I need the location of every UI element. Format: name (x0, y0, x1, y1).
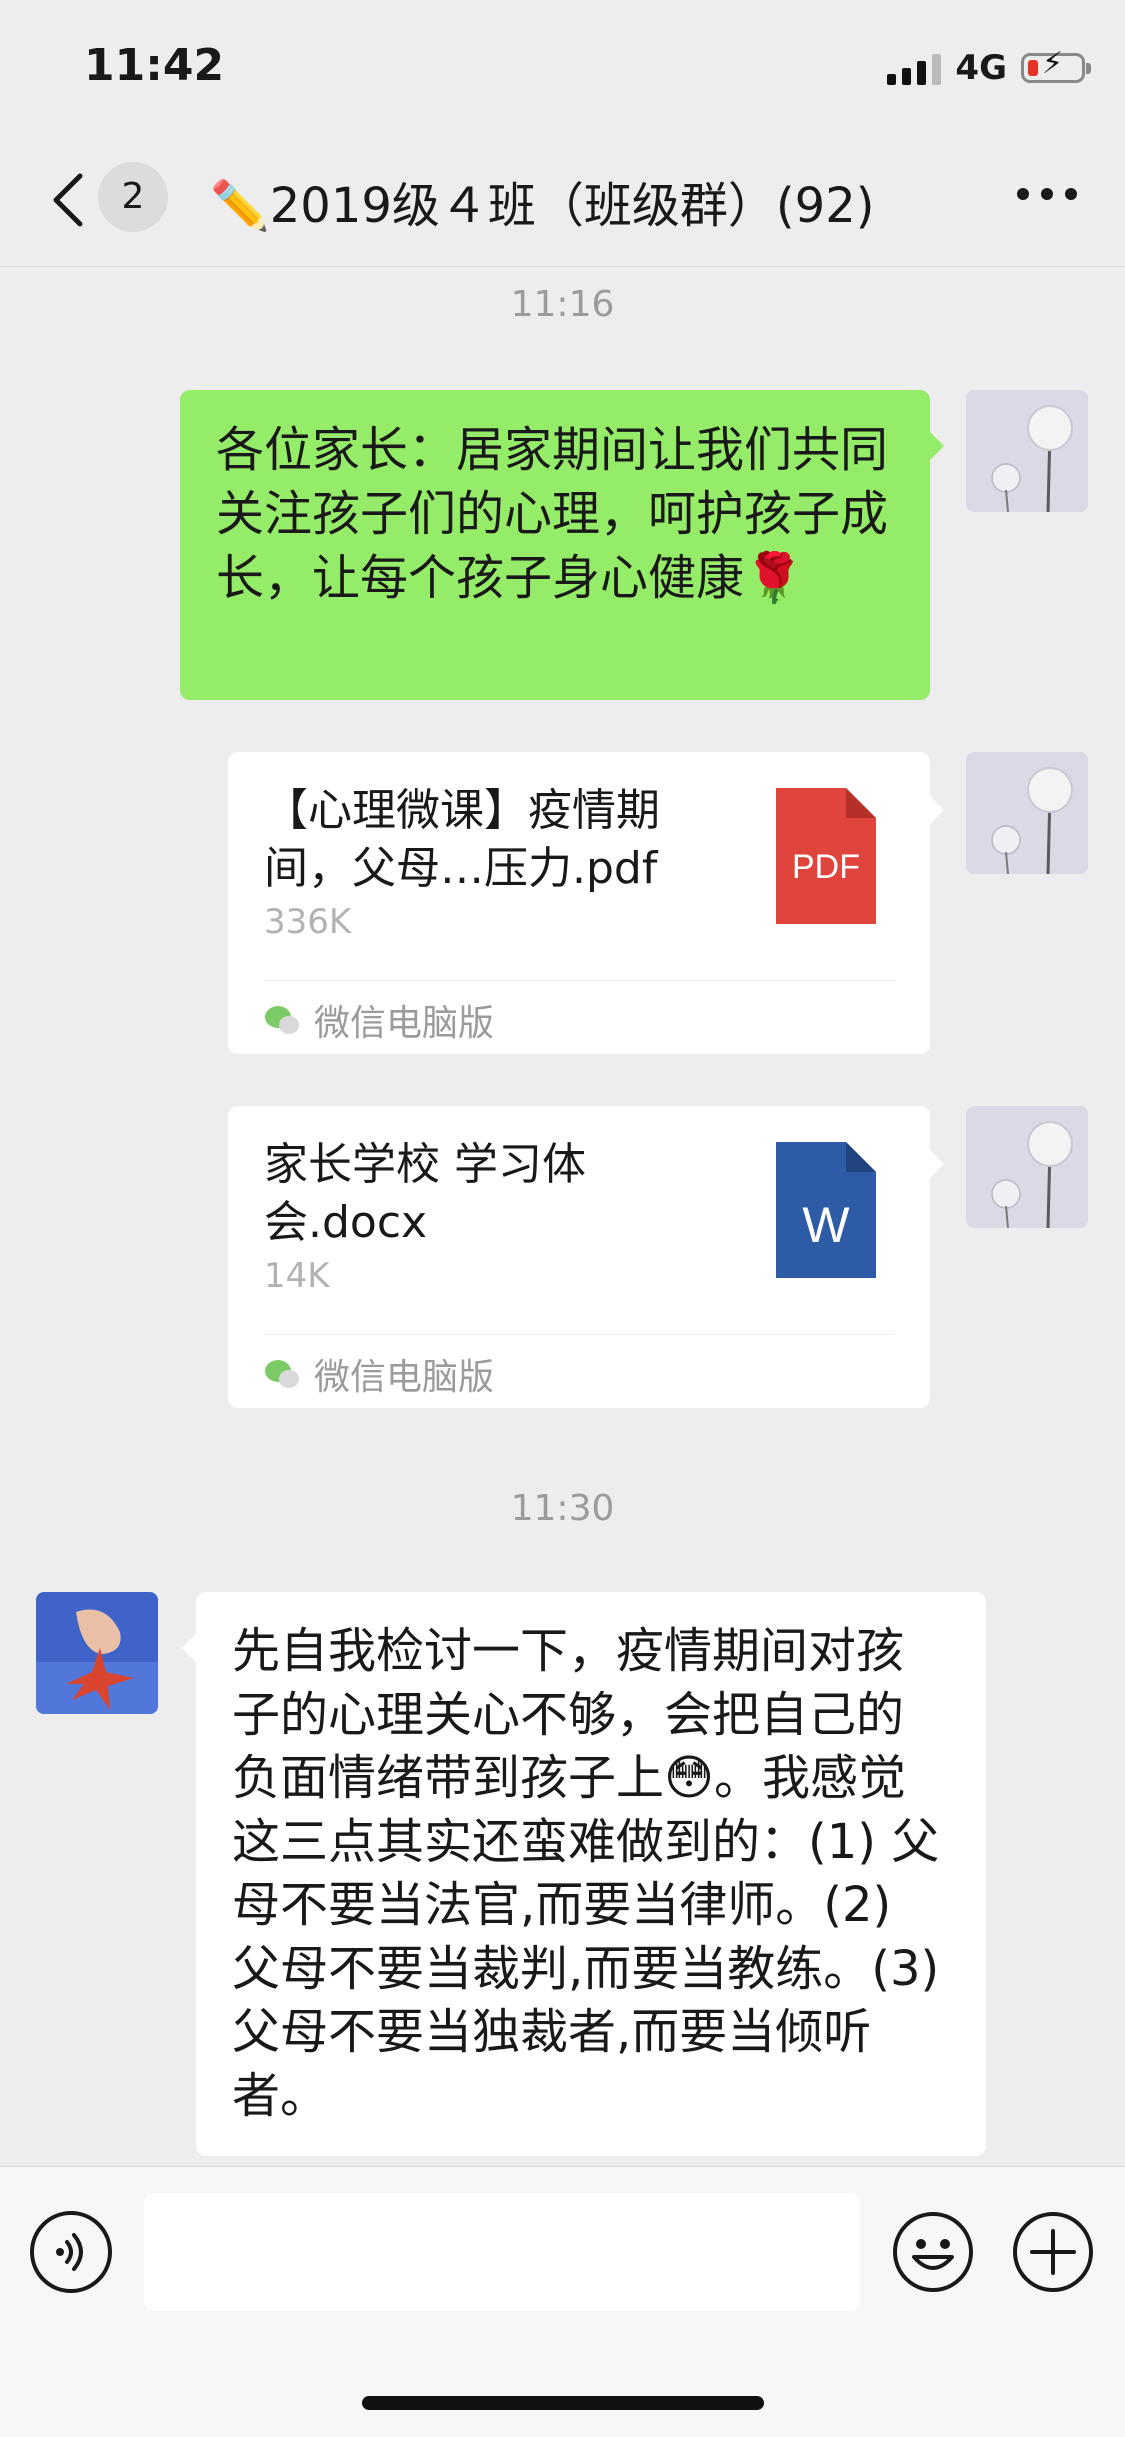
file-source-label: 微信电脑版 (314, 1003, 495, 1044)
pdf-icon-label: PDF (792, 848, 860, 886)
file-size: 14K (264, 1256, 330, 1296)
avatar[interactable] (966, 1106, 1088, 1228)
avatar[interactable] (36, 1592, 158, 1714)
message-timestamp: 11:30 (510, 1488, 615, 1529)
file-name: 家长学校 学习体会.docx (264, 1139, 586, 1248)
more-icon[interactable] (1017, 188, 1077, 200)
back-chevron-icon[interactable] (48, 170, 92, 230)
bubble-tail (930, 796, 944, 824)
word-icon-label: W (802, 1197, 850, 1253)
voice-icon[interactable] (30, 2211, 112, 2293)
avatar[interactable] (966, 752, 1088, 874)
plus-icon[interactable] (1012, 2211, 1094, 2293)
word-file-icon: W (776, 1142, 876, 1278)
home-indicator[interactable] (362, 2396, 764, 2410)
file-name: 【心理微课】疫情期间，父母…压力.pdf (264, 785, 660, 894)
file-source: 微信电脑版 (264, 990, 494, 1050)
network-label: 4G (955, 48, 1007, 88)
avatar[interactable] (966, 390, 1088, 512)
chat-title[interactable]: ✏️2019级４班（班级群）(92) (210, 166, 874, 236)
bubble-tail (182, 1634, 196, 1662)
bubble-tail (930, 432, 944, 460)
file-message-pdf[interactable]: 【心理微课】疫情期间，父母…压力.pdf 336K PDF 微信电脑版 (228, 752, 930, 1054)
pdf-file-icon: PDF (776, 788, 876, 924)
battery-icon: ⚡ (1021, 49, 1091, 83)
sent-message-bubble[interactable]: 各位家长：居家期间让我们共同关注孩子们的心理，呵护孩子成长，让每个孩子身心健康🌹 (180, 390, 930, 700)
wechat-icon (265, 1360, 299, 1388)
file-size: 336K (264, 902, 352, 942)
file-source: 微信电脑版 (264, 1344, 494, 1404)
wechat-icon (265, 1006, 299, 1034)
status-time: 11:42 (84, 40, 225, 91)
file-message-docx[interactable]: 家长学校 学习体会.docx 14K W 微信电脑版 (228, 1106, 930, 1408)
signal-icon (887, 51, 942, 85)
divider (264, 1334, 894, 1335)
file-source-label: 微信电脑版 (314, 1357, 495, 1398)
message-timestamp: 11:16 (510, 284, 615, 325)
bubble-tail (930, 1150, 944, 1178)
status-indicators: 4G ⚡ (887, 48, 1091, 88)
received-message-bubble[interactable]: 先自我检讨一下，疫情期间对孩子的心理关心不够，会把自己的负面情绪带到孩子上😳。我… (196, 1592, 986, 2156)
message-input[interactable] (144, 2193, 860, 2311)
divider (264, 980, 894, 981)
status-bar: 11:42 4G ⚡ (0, 0, 1125, 140)
emoji-icon[interactable] (892, 2211, 974, 2293)
unread-count-badge[interactable]: 2 (98, 162, 168, 232)
